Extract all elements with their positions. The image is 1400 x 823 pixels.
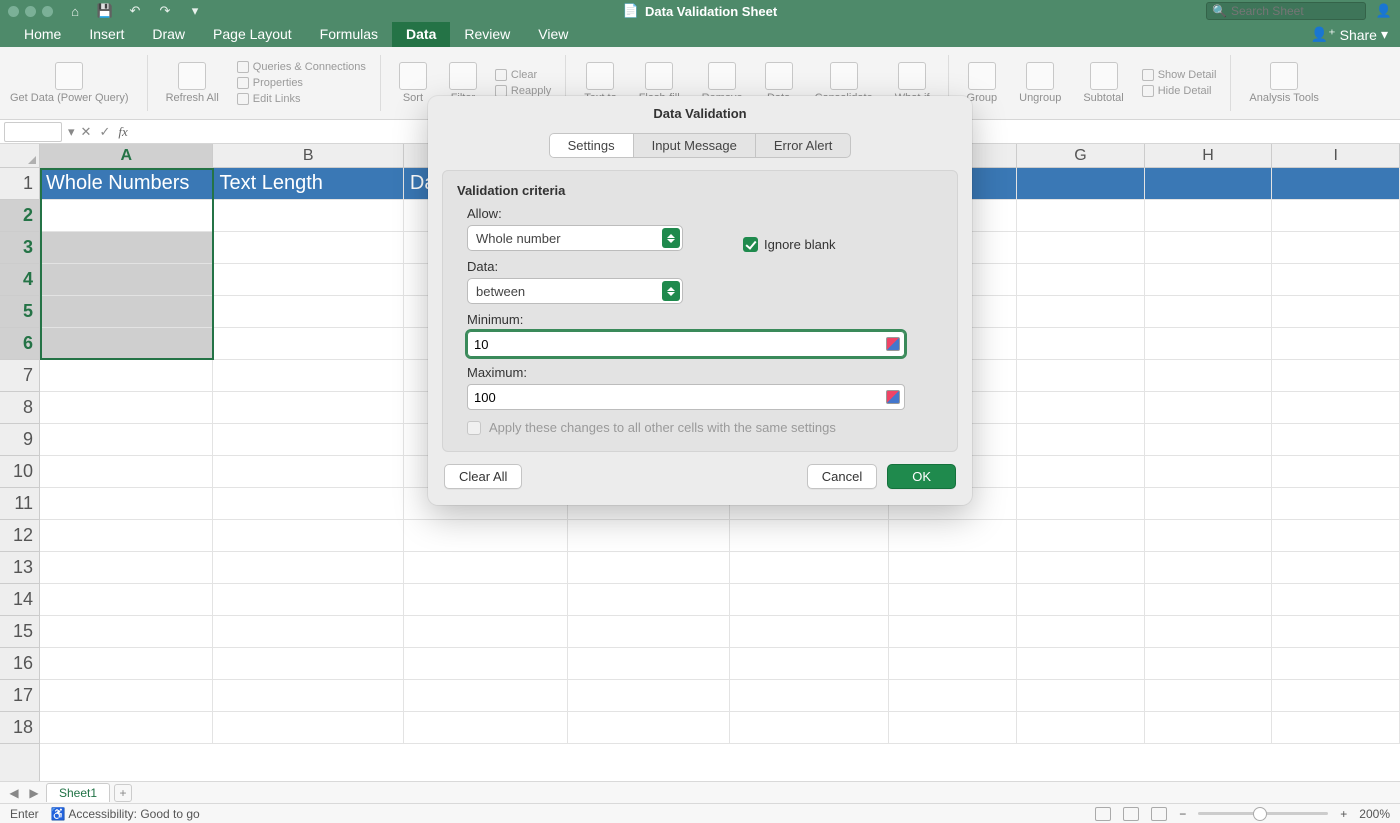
data-validation-dialog: Data Validation Settings Input Message E… xyxy=(428,96,972,505)
clear-all-button[interactable]: Clear All xyxy=(444,464,522,489)
maximum-input[interactable] xyxy=(474,390,880,405)
range-picker-icon[interactable] xyxy=(886,337,900,351)
apply-checkbox xyxy=(467,421,481,435)
dialog-footer: Clear All Cancel OK xyxy=(428,452,972,505)
dialog-body: Validation criteria Allow: Whole number … xyxy=(442,170,958,452)
allow-value: Whole number xyxy=(476,231,561,246)
dialog-title: Data Validation xyxy=(428,96,972,129)
data-label: Data: xyxy=(467,259,943,274)
dialog-tabs: Settings Input Message Error Alert xyxy=(549,133,852,158)
dialog-tab-settings[interactable]: Settings xyxy=(550,134,634,157)
data-select[interactable]: between xyxy=(467,278,683,304)
minimum-input[interactable] xyxy=(474,337,880,352)
range-picker-icon[interactable] xyxy=(886,390,900,404)
ignore-blank-row[interactable]: Ignore blank xyxy=(743,237,836,252)
dialog-tab-error-alert[interactable]: Error Alert xyxy=(756,134,851,157)
validation-criteria-heading: Validation criteria xyxy=(457,183,943,198)
maximum-input-wrap[interactable] xyxy=(467,384,905,410)
allow-label: Allow: xyxy=(467,206,943,221)
ok-button[interactable]: OK xyxy=(887,464,956,489)
minimum-input-wrap[interactable] xyxy=(467,331,905,357)
cancel-button[interactable]: Cancel xyxy=(807,464,877,489)
data-value: between xyxy=(476,284,525,299)
modal-overlay: Data Validation Settings Input Message E… xyxy=(0,0,1400,823)
minimum-label: Minimum: xyxy=(467,312,943,327)
ignore-blank-label: Ignore blank xyxy=(764,237,836,252)
ignore-blank-checkbox[interactable] xyxy=(743,237,758,252)
select-caret-icon xyxy=(662,228,680,248)
select-caret-icon xyxy=(662,281,680,301)
allow-select[interactable]: Whole number xyxy=(467,225,683,251)
maximum-label: Maximum: xyxy=(467,365,943,380)
apply-label: Apply these changes to all other cells w… xyxy=(489,420,836,435)
apply-row: Apply these changes to all other cells w… xyxy=(467,420,943,435)
dialog-tab-input-message[interactable]: Input Message xyxy=(634,134,756,157)
